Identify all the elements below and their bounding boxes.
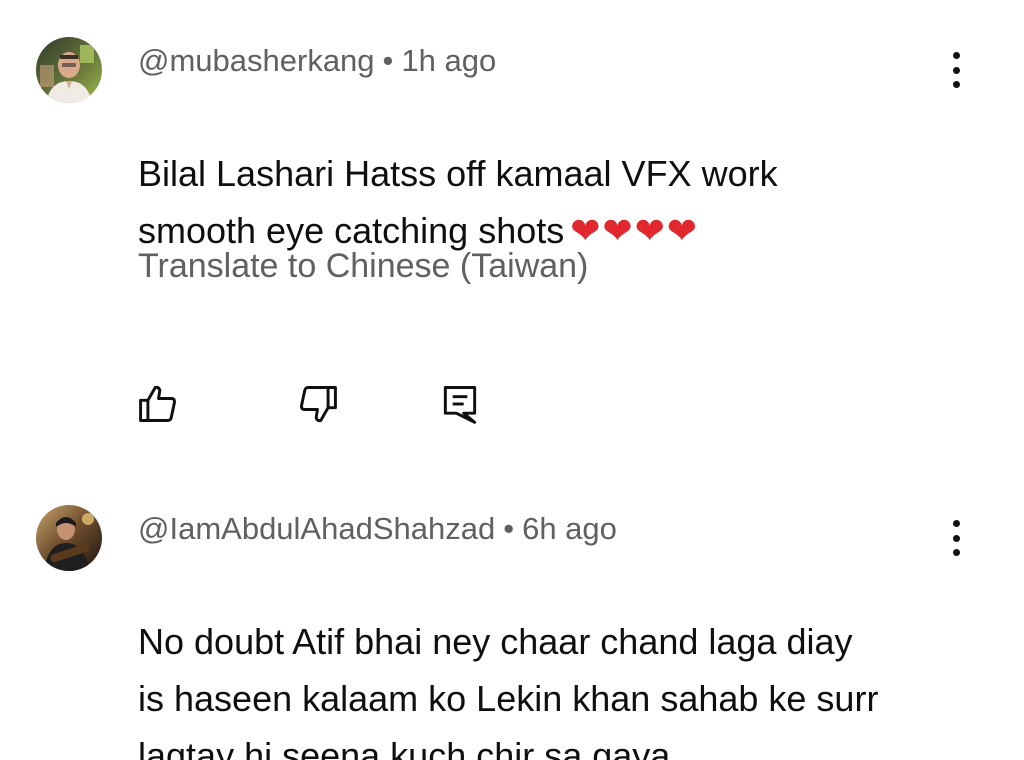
more-vert-icon-dot	[952, 81, 960, 88]
comment-text: No doubt Atif bhai ney chaar chand laga …	[138, 556, 978, 760]
comments-page: @mubasherkang • 1h ago Bilal Lashari Hatss…	[0, 0, 1024, 760]
comment-author[interactable]: @mubasherkang	[138, 43, 375, 78]
more-vert-icon-dot	[952, 534, 960, 542]
meta-separator: •	[382, 43, 394, 78]
reply-icon	[443, 386, 477, 424]
avatar[interactable]	[36, 37, 102, 103]
comment-author[interactable]: @IamAbdulAhadShahzad	[138, 511, 495, 546]
user-avatar-icon	[36, 37, 102, 103]
like-button[interactable]	[130, 376, 186, 432]
more-vert-icon-dot	[952, 549, 960, 556]
dislike-button[interactable]	[290, 376, 346, 432]
more-vert-icon-dot	[952, 66, 960, 74]
comment-time: 1h ago	[401, 43, 497, 78]
meta-separator: •	[503, 511, 515, 546]
comment-text: Bilal Lashari Hatss off kamaal VFX work …	[138, 88, 978, 259]
more-options-button[interactable]	[940, 514, 972, 562]
heart-emoji: ❤❤❤❤	[570, 210, 699, 251]
more-vert-icon	[952, 520, 960, 527]
comment-meta: @mubasherkang • 1h ago	[138, 41, 496, 81]
thumb-down-icon	[299, 386, 337, 423]
translate-link[interactable]: Translate to Chinese (Taiwan)	[138, 244, 588, 288]
more-vert-icon	[952, 52, 960, 59]
comment-meta: @IamAbdulAhadShahzad • 6h ago	[138, 509, 617, 549]
avatar[interactable]	[36, 505, 102, 571]
more-options-button[interactable]	[940, 46, 972, 94]
comment-body: No doubt Atif bhai ney chaar chand laga …	[138, 621, 879, 760]
user-avatar-icon	[36, 505, 102, 571]
comment-time: 6h ago	[522, 511, 617, 546]
reply-button[interactable]	[432, 376, 488, 432]
thumb-up-icon	[139, 385, 177, 422]
